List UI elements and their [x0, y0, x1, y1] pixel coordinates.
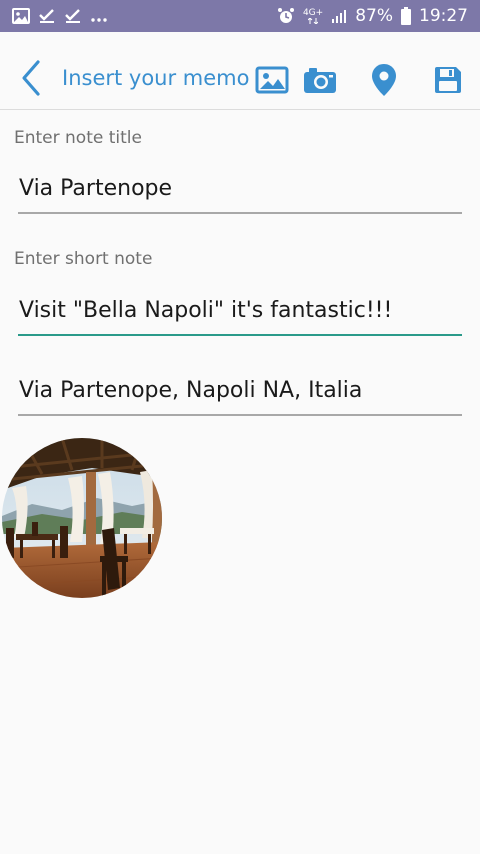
more-notifications-icon [90, 8, 108, 24]
note-title-label: Enter note title [14, 128, 142, 148]
check-notification-icon [38, 8, 56, 24]
battery-icon [401, 7, 411, 25]
save-button[interactable] [430, 62, 466, 98]
check-notification-icon [64, 8, 82, 24]
location-pin-icon [372, 64, 396, 96]
note-title-input[interactable]: Via Partenope [18, 168, 462, 214]
back-arrow-icon [22, 60, 40, 96]
network-type-icon: 4G+ [302, 7, 324, 24]
status-bar-right: 4G+ 87% 19:27 [277, 6, 468, 26]
address-input[interactable]: Via Partenope, Napoli NA, Italia [18, 370, 462, 416]
back-button[interactable] [18, 58, 46, 98]
add-image-button[interactable] [254, 62, 290, 98]
page-title: Insert your memo [62, 66, 250, 90]
battery-percentage: 87% [355, 6, 393, 26]
location-button[interactable] [366, 62, 402, 98]
camera-button[interactable] [302, 62, 338, 98]
signal-icon [331, 8, 347, 24]
save-icon [435, 67, 461, 93]
short-note-label: Enter short note [14, 249, 153, 269]
app-toolbar: Insert your memo [0, 32, 480, 110]
gallery-notification-icon [12, 8, 30, 24]
short-note-input[interactable]: Visit "Bella Napoli" it's fantastic!!! [18, 290, 462, 336]
camera-icon [304, 68, 336, 93]
status-bar-left [12, 8, 108, 24]
network-type-label: 4G+ [302, 7, 324, 18]
image-icon [255, 66, 289, 94]
clock: 19:27 [419, 6, 468, 26]
memo-photo[interactable] [2, 438, 162, 598]
restaurant-photo [2, 438, 162, 598]
alarm-icon [277, 7, 295, 25]
status-bar: 4G+ 87% 19:27 [0, 0, 480, 32]
